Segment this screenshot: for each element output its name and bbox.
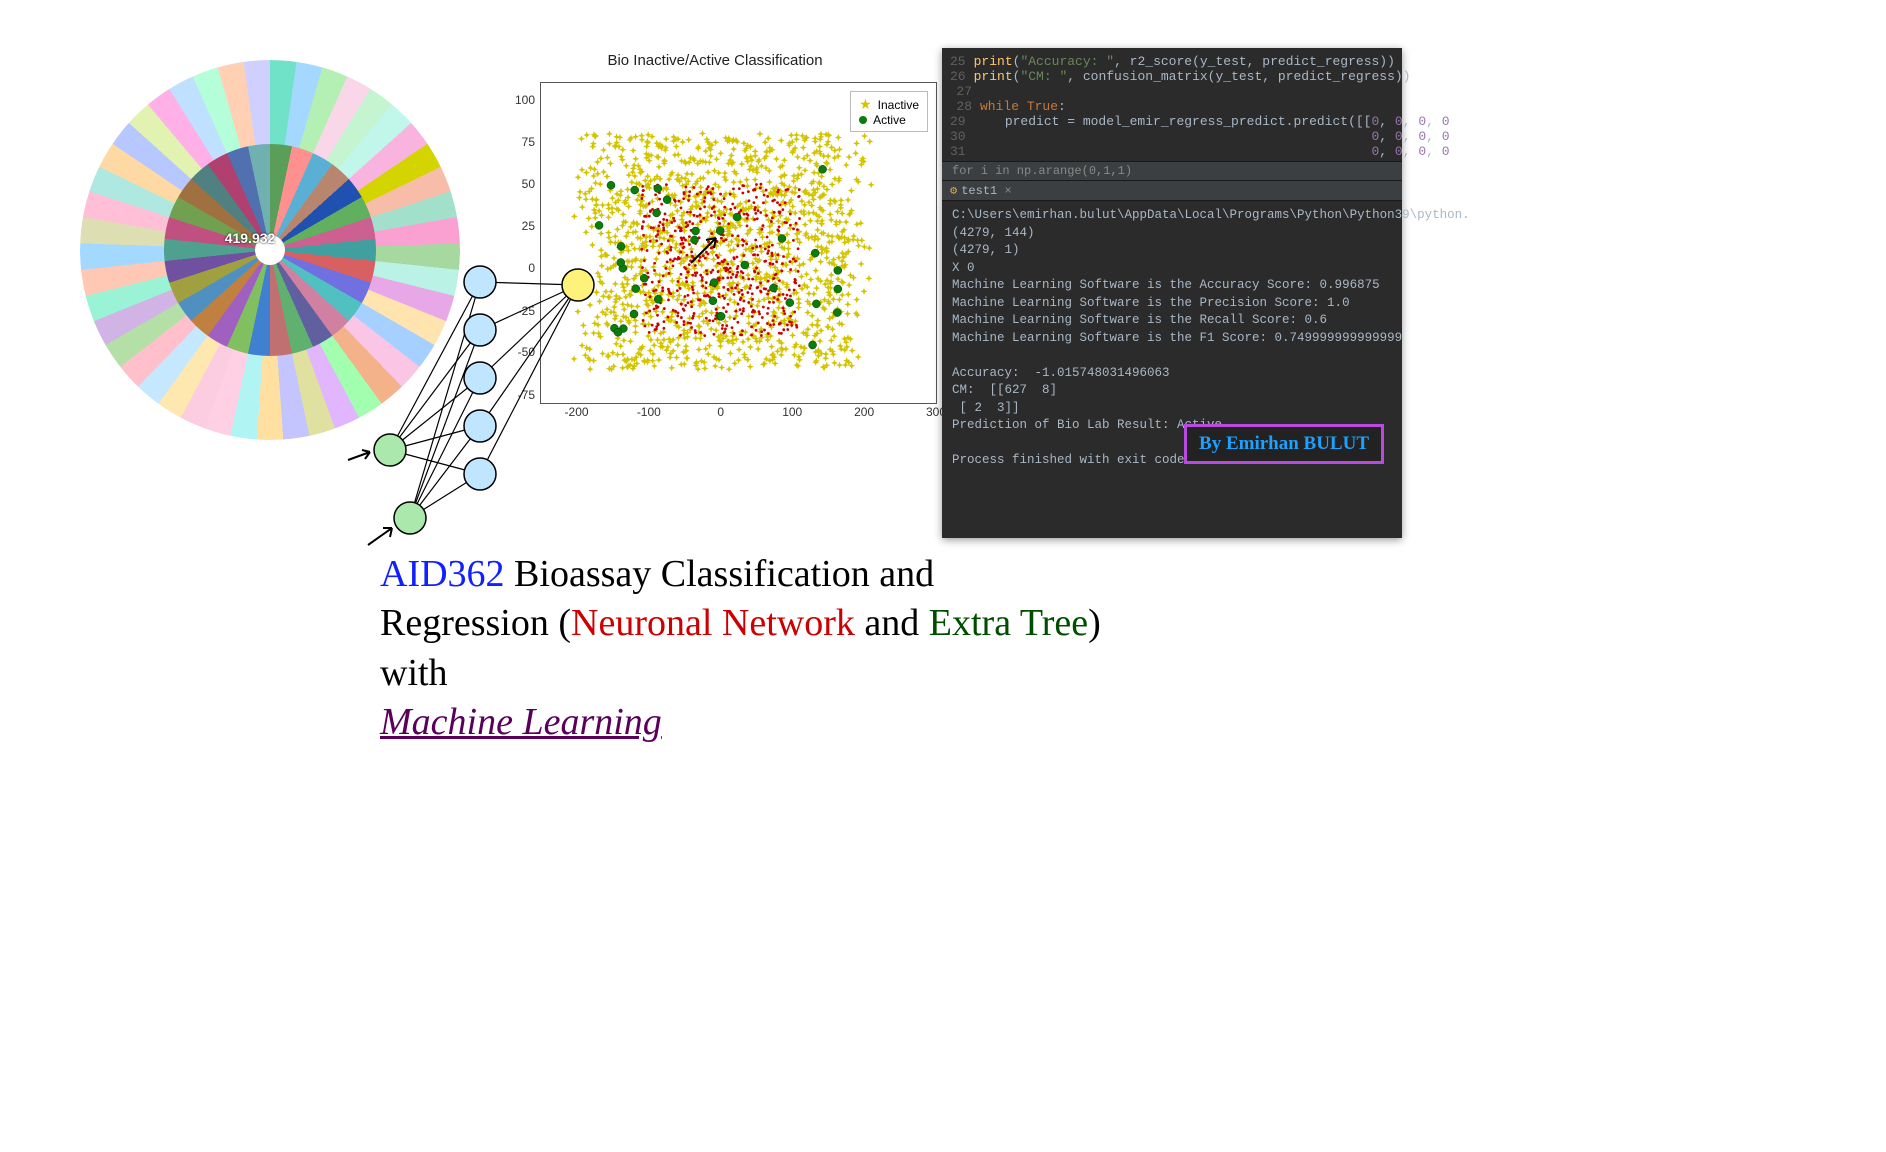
chart-title: Bio Inactive/Active Classification <box>480 52 950 69</box>
y-tick: 50 <box>522 177 535 191</box>
code-line: print("Accuracy: ", r2_score(y_test, pre… <box>974 54 1395 69</box>
title-machine-learning: Machine Learning <box>380 701 662 743</box>
author-badge: By Emirhan BULUT <box>1184 424 1384 464</box>
x-tick: 100 <box>782 405 802 419</box>
line-number: 26 <box>950 69 966 84</box>
title-aid362: AID362 <box>380 553 505 595</box>
code-line: while True: <box>980 99 1066 114</box>
nn-nodes <box>374 266 594 534</box>
legend-active-label: Active <box>873 113 906 127</box>
title-extra-tree: Extra Tree <box>929 602 1088 644</box>
legend-inactive-icon: ★ <box>859 96 872 113</box>
x-tick: 0 <box>717 405 724 419</box>
code-editor[interactable]: 25 print("Accuracy: ", r2_score(y_test, p… <box>942 48 1402 161</box>
line-number: 25 <box>950 54 966 69</box>
legend-inactive-label: Inactive <box>878 98 919 112</box>
code-line: print("CM: ", confusion_matrix(y_test, p… <box>974 69 1411 84</box>
neural-network-diagram <box>310 260 710 580</box>
run-tab[interactable]: ⚙ test1 × <box>942 181 1402 201</box>
legend-active-icon <box>859 116 867 124</box>
line-number: 31 <box>950 144 966 159</box>
line-number: 30 <box>950 129 966 144</box>
code-line: 0, 0, 0, 0 <box>974 144 1450 159</box>
line-number: 28 <box>950 99 972 114</box>
ide-panel: 25 print("Accuracy: ", r2_score(y_test, p… <box>942 48 1402 538</box>
main-title: AID362 Bioassay Classification and Regre… <box>380 550 1110 748</box>
sunburst-center-label: 419.932 <box>225 230 276 246</box>
title-neuronal-network: Neuronal Network <box>571 602 855 644</box>
y-tick: 25 <box>522 219 535 233</box>
title-part2: and <box>855 602 929 644</box>
code-breadcrumb: for i in np.arange(0,1,1) <box>942 161 1402 181</box>
y-tick: 75 <box>522 135 535 149</box>
python-icon: ⚙ <box>950 184 957 198</box>
y-tick: 100 <box>515 93 535 107</box>
chart-legend: ★ Inactive Active <box>850 91 928 132</box>
code-line <box>980 84 988 99</box>
x-tick: 200 <box>854 405 874 419</box>
code-line: predict = model_emir_regress_predict.pre… <box>974 114 1450 129</box>
line-number: 27 <box>950 84 972 99</box>
run-tab-label: test1 <box>961 184 997 198</box>
code-line: 0, 0, 0, 0 <box>974 129 1450 144</box>
close-icon[interactable]: × <box>1004 184 1011 198</box>
line-number: 29 <box>950 114 966 129</box>
